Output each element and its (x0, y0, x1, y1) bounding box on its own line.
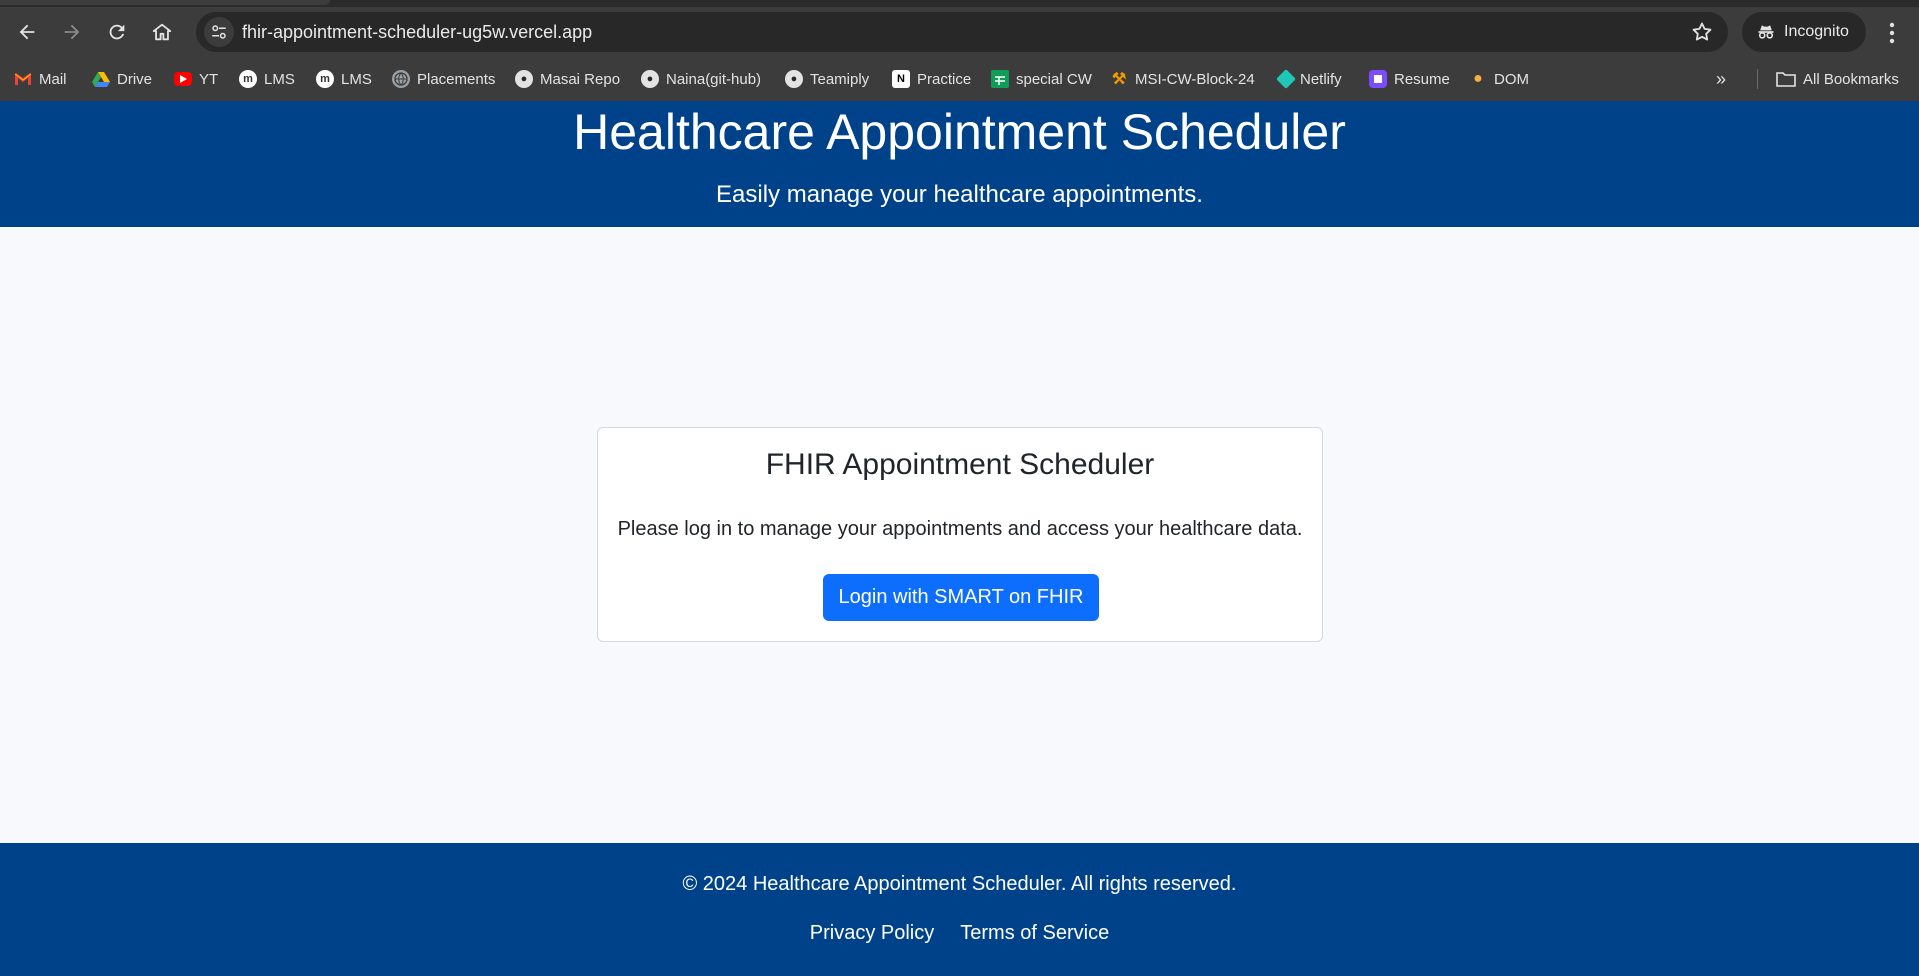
bookmark-label: LMS (264, 70, 295, 88)
home-button[interactable] (145, 15, 179, 49)
reload-icon (109, 24, 125, 40)
tab-strip (0, 0, 1919, 7)
terms-of-service-link[interactable]: Terms of Service (960, 922, 1109, 945)
bookmark-label: MSI-CW-Block-24 (1135, 70, 1255, 88)
forward-arrow-icon (64, 24, 80, 40)
masai-icon: m (239, 70, 257, 88)
browser-toolbar: fhir-appointment-scheduler-ug5w.vercel.a… (0, 7, 1919, 57)
bookmark-label: Teamiply (810, 70, 870, 88)
more-bookmarks-chevron-icon[interactable]: » (1716, 69, 1740, 89)
web-page: Healthcare Appointment Scheduler Easily … (0, 101, 1919, 976)
bookmark-mail[interactable]: Mail (14, 67, 67, 91)
github-icon: ● (515, 70, 533, 88)
bookmark-resume[interactable]: Resume (1369, 67, 1450, 91)
bookmark-naina-github[interactable]: ● Naina(git-hub) (641, 67, 761, 91)
github-icon: ● (641, 70, 659, 88)
bookmark-label: Placements (417, 70, 496, 88)
all-bookmarks-button[interactable]: All Bookmarks (1776, 67, 1899, 91)
gmail-icon (14, 70, 32, 88)
drive-icon (92, 70, 110, 88)
bookmark-label: Resume (1394, 70, 1450, 88)
site-info-button[interactable] (204, 17, 234, 47)
sheets-icon (991, 70, 1009, 88)
back-arrow-icon (19, 24, 35, 40)
masai-icon: m (316, 70, 334, 88)
login-card: FHIR Appointment Scheduler Please log in… (597, 427, 1323, 642)
netlify-icon (1276, 69, 1296, 89)
bookmark-label: Naina(git-hub) (666, 70, 762, 88)
card-title: FHIR Appointment Scheduler (765, 448, 1155, 481)
bookmark-lms-2[interactable]: m LMS (316, 67, 372, 91)
youtube-icon (174, 72, 192, 86)
tune-icon (212, 25, 226, 39)
bookmark-label: LMS (341, 70, 372, 88)
page-title: Healthcare Appointment Scheduler (573, 104, 1346, 160)
bookmark-drive[interactable]: Drive (92, 67, 152, 91)
page-subtitle: Easily manage your healthcare appointmen… (716, 181, 1203, 208)
copyright-text: © 2024 Healthcare Appointment Scheduler.… (682, 873, 1237, 895)
github-icon: ● (785, 70, 803, 88)
bookmark-label: YT (199, 70, 219, 88)
bookmark-teamiply[interactable]: ● Teamiply (785, 67, 869, 91)
bookmarks-bar: Mail Drive YT m LMS m LMS Placements ● M… (0, 57, 1919, 101)
url-text[interactable]: fhir-appointment-scheduler-ug5w.vercel.a… (242, 22, 592, 43)
address-bar[interactable]: fhir-appointment-scheduler-ug5w.vercel.a… (196, 12, 1728, 52)
bookmark-lms-1[interactable]: m LMS (239, 67, 295, 91)
site-header: Healthcare Appointment Scheduler Easily … (0, 101, 1919, 227)
card-message: Please log in to manage your appointment… (617, 518, 1303, 540)
bookmark-yt[interactable]: YT (174, 67, 218, 91)
kebab-menu-icon[interactable] (1880, 20, 1904, 46)
resume-icon (1369, 70, 1387, 88)
notion-icon: N (892, 70, 910, 88)
folder-icon (1776, 72, 1796, 87)
reload-button[interactable] (100, 15, 134, 49)
home-icon (152, 23, 172, 41)
privacy-policy-link[interactable]: Privacy Policy (810, 922, 934, 945)
forward-button[interactable] (55, 15, 89, 49)
site-footer: © 2024 Healthcare Appointment Scheduler.… (0, 843, 1919, 976)
globe-icon (392, 70, 410, 88)
person-icon: ● (1473, 70, 1483, 87)
back-button[interactable] (10, 15, 44, 49)
bookmark-practice[interactable]: N Practice (892, 67, 971, 91)
bookmarks-divider (1757, 69, 1758, 89)
bookmark-dom[interactable]: ● DOM (1469, 67, 1529, 91)
bookmark-label: DOM (1494, 70, 1529, 88)
bookmark-label: Drive (117, 70, 153, 88)
bookmark-label: Masai Repo (540, 70, 621, 88)
bookmark-label: Netlify (1300, 70, 1342, 88)
all-bookmarks-label: All Bookmarks (1803, 70, 1899, 88)
tools-icon: ⚒ (1111, 71, 1127, 88)
incognito-label: Incognito (1784, 23, 1849, 40)
bookmark-msi-cw[interactable]: ⚒ MSI-CW-Block-24 (1110, 67, 1255, 91)
bookmark-star-icon[interactable] (1690, 20, 1714, 44)
login-smart-on-fhir-button[interactable]: Login with SMART on FHIR (823, 574, 1099, 621)
footer-links: Privacy Policy Terms of Service (0, 922, 1919, 945)
bookmark-masai-repo[interactable]: ● Masai Repo (515, 67, 620, 91)
bookmark-label: special CW (1016, 70, 1092, 88)
bookmark-label: Practice (917, 70, 972, 88)
active-tab-edge[interactable] (0, 0, 330, 5)
bookmark-placements[interactable]: Placements (392, 67, 495, 91)
bookmark-special-cw[interactable]: special CW (991, 67, 1092, 91)
bookmark-label: Mail (39, 70, 67, 88)
incognito-indicator[interactable]: Incognito (1742, 12, 1866, 52)
bookmark-netlify[interactable]: Netlify (1276, 67, 1342, 91)
incognito-icon (1758, 25, 1774, 39)
